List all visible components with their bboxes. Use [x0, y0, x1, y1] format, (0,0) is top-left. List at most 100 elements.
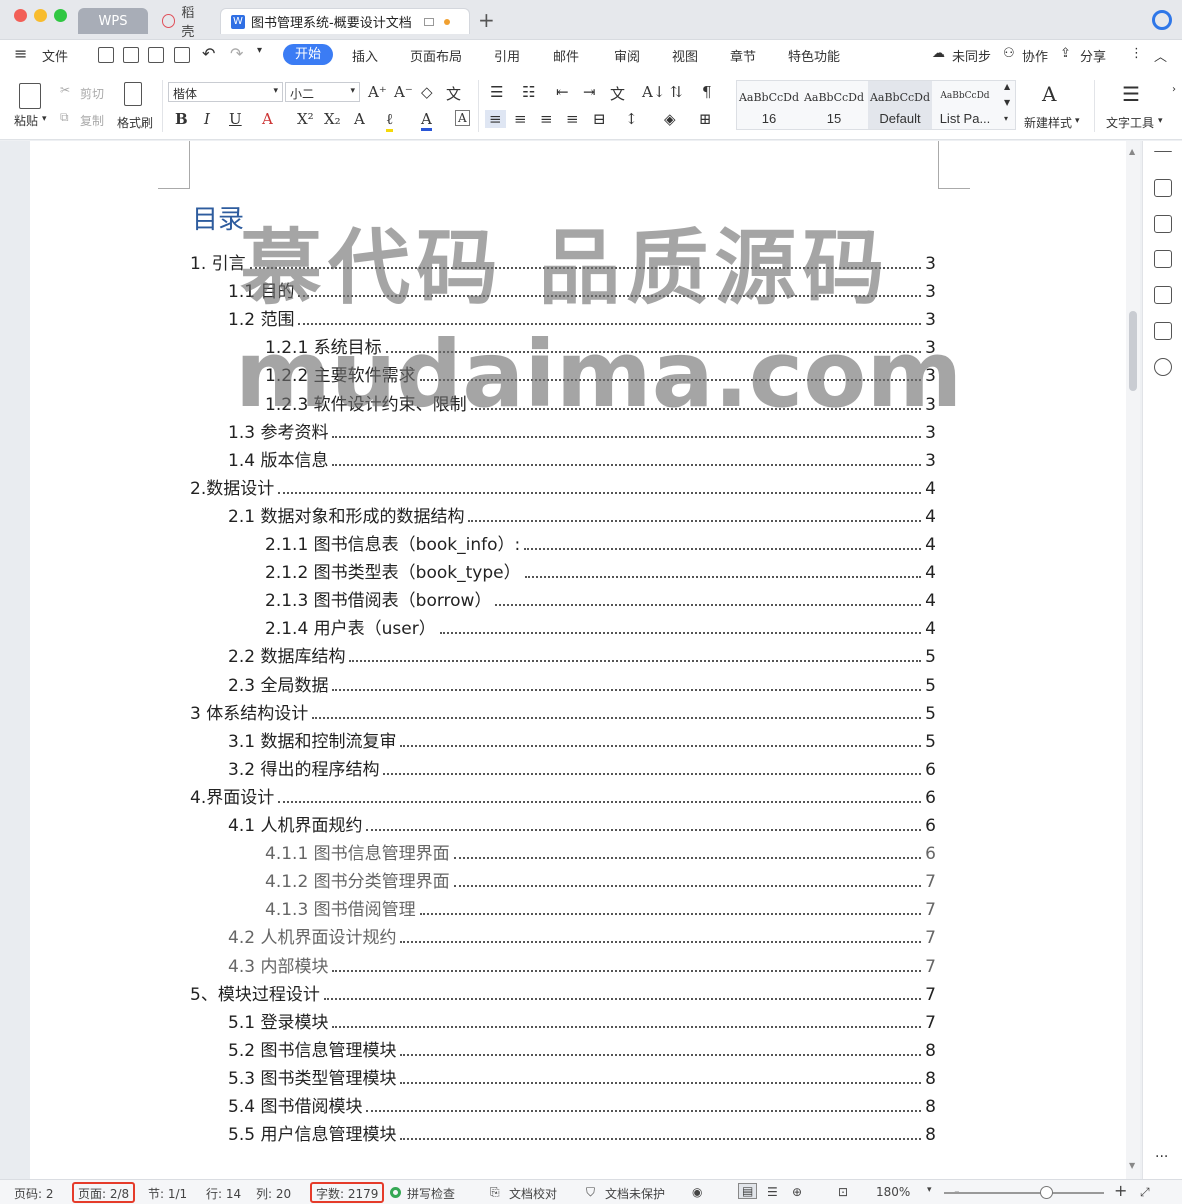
tab-references[interactable]: 引用	[494, 46, 520, 65]
font-name-select[interactable]: 楷体 ▾	[168, 82, 283, 102]
history-icon[interactable]	[1154, 358, 1172, 376]
tab-review[interactable]: 审阅	[614, 46, 640, 65]
tab-chapter[interactable]: 章节	[730, 46, 756, 65]
sync-status[interactable]: 未同步	[952, 46, 991, 65]
toc-entry[interactable]: 2.数据设计 4	[190, 474, 936, 499]
char-shading-icon[interactable]: A	[455, 110, 470, 126]
underline-icon[interactable]: U	[229, 110, 242, 128]
toc-entry[interactable]: 2.1.3 图书借阅表（borrow） 4	[265, 586, 936, 611]
ribbon-scroll-right-icon[interactable]: ›	[1172, 84, 1176, 95]
tab-preview-icon[interactable]	[423, 17, 434, 26]
paste-dropdown-icon[interactable]: ▾	[42, 114, 47, 124]
sort-icon[interactable]: ⇅	[670, 83, 683, 101]
new-style-icon[interactable]: A	[1042, 82, 1056, 106]
subscript-icon[interactable]: X₂	[324, 110, 341, 128]
more-tools-icon[interactable]: ···	[1155, 1149, 1168, 1165]
text-tools-dropdown-icon[interactable]: ▾	[1158, 116, 1163, 126]
toc-entry[interactable]: 3 体系结构设计 5	[190, 699, 936, 724]
toc-entry[interactable]: 5.1 登录模块 7	[228, 1008, 936, 1033]
cloud-sync-icon[interactable]: ☁	[932, 46, 945, 61]
align-center-icon[interactable]: ≡	[514, 110, 527, 128]
font-size-select[interactable]: 小二 ▾	[285, 82, 360, 102]
new-style-dropdown-icon[interactable]: ▾	[1075, 116, 1080, 126]
toc-entry[interactable]: 5.2 图书信息管理模块 8	[228, 1036, 936, 1061]
close-window-button[interactable]	[14, 9, 27, 22]
numbered-list-icon[interactable]: ☷	[522, 83, 535, 101]
highlight-icon[interactable]: ℓ	[386, 110, 394, 132]
text-tools-button[interactable]: 文字工具	[1106, 114, 1154, 131]
toc-entry[interactable]: 2.3 全局数据 5	[228, 671, 936, 696]
minimize-window-button[interactable]	[34, 9, 47, 22]
toc-entry[interactable]: 4.2 人机界面设计规约 7	[228, 923, 936, 948]
spell-check-button[interactable]: 拼写检查	[407, 1185, 455, 1202]
collab-button[interactable]: 协作	[1022, 46, 1048, 65]
toc-entry[interactable]: 3.2 得出的程序结构 6	[228, 755, 936, 780]
shrink-font-icon[interactable]: A⁻	[394, 83, 413, 101]
style-list-paragraph[interactable]: AaBbCcDd List Pa...	[933, 81, 997, 129]
doc-proof-icon[interactable]: ⎘	[490, 1185, 500, 1200]
styles-scroll-down-icon[interactable]: ▼	[1004, 98, 1010, 107]
toc-entry[interactable]: 4.1 人机界面规约 6	[228, 811, 936, 836]
save-icon[interactable]	[98, 47, 114, 63]
tab-page-layout[interactable]: 页面布局	[410, 46, 462, 65]
toc-entry[interactable]: 2.1.4 用户表（user） 4	[265, 614, 936, 639]
line-spacing-icon[interactable]: ↕	[625, 110, 638, 128]
fullscreen-icon[interactable]: ⤢	[1140, 1185, 1150, 1200]
tab-special[interactable]: 特色功能	[788, 46, 840, 65]
outline-view-icon[interactable]: ☰	[767, 1185, 778, 1199]
document-page[interactable]: 目录 1. 引言 3 1.1 目的 3 1.2 范围 3 1.2.1 系统目标 3 1.2.2 …	[30, 141, 1126, 1179]
select-cursor-icon[interactable]	[1154, 215, 1172, 233]
copy-button[interactable]: 复制	[80, 112, 104, 129]
toc-entry[interactable]: 2.2 数据库结构 5	[228, 642, 936, 667]
redo-icon[interactable]: ↷	[230, 44, 243, 63]
toc-entry[interactable]: 5.4 图书借阅模块 8	[228, 1092, 936, 1117]
toc-entry[interactable]: 2.1.2 图书类型表（book_type） 4	[265, 558, 936, 583]
maximize-window-button[interactable]	[54, 9, 67, 22]
toc-entry[interactable]: 4.1.3 图书借阅管理 7	[265, 895, 936, 920]
adjust-settings-icon[interactable]	[1154, 250, 1172, 268]
bold-icon[interactable]: B	[175, 110, 188, 128]
format-painter-button[interactable]: 格式刷	[117, 114, 153, 131]
bullet-list-icon[interactable]: ☰	[490, 83, 503, 101]
justify-icon[interactable]: ≡	[566, 110, 579, 128]
style-15[interactable]: AaBbCcDd 15	[802, 81, 866, 129]
spell-check-icon[interactable]	[390, 1187, 401, 1198]
toc-entry[interactable]: 4.3 内部模块 7	[228, 952, 936, 977]
fit-page-icon[interactable]: ⊡	[838, 1185, 848, 1199]
copy-icon[interactable]: ⧉	[60, 110, 69, 125]
strikethrough-icon[interactable]: A	[262, 110, 273, 128]
tab-mail[interactable]: 邮件	[553, 46, 579, 65]
tab-daoke[interactable]: 稻壳	[152, 6, 216, 40]
superscript-icon[interactable]: X²	[297, 110, 314, 128]
text-direction-icon[interactable]: A↓	[642, 83, 665, 101]
align-left-icon[interactable]: ≡	[485, 110, 506, 128]
page-number[interactable]: 页码: 2	[14, 1185, 54, 1202]
new-tab-button[interactable]: +	[478, 8, 495, 32]
tab-start[interactable]: 开始	[283, 44, 333, 65]
row-indicator[interactable]: 行: 14	[206, 1185, 241, 1202]
zoom-slider-handle[interactable]	[1040, 1186, 1053, 1199]
tab-document[interactable]: W 图书管理系统-概要设计文档	[220, 8, 470, 34]
scroll-up-icon[interactable]: ▲	[1129, 147, 1135, 156]
toc-entry[interactable]: 5.3 图书类型管理模块 8	[228, 1064, 936, 1089]
print-preview-icon[interactable]	[174, 47, 190, 63]
more-options-icon[interactable]: ⋮	[1130, 46, 1143, 61]
chinese-layout-icon[interactable]: 文	[610, 83, 625, 104]
style-16[interactable]: AaBbCcDd 16	[737, 81, 801, 129]
tab-wps[interactable]: WPS	[78, 8, 148, 34]
font-color-icon[interactable]: A	[421, 110, 432, 131]
distribute-icon[interactable]: ⊟	[593, 110, 606, 128]
export-icon[interactable]	[123, 47, 139, 63]
doc-proof-button[interactable]: 文档校对	[509, 1185, 557, 1202]
collapse-ribbon-icon[interactable]: ︿	[1154, 46, 1167, 65]
tab-insert[interactable]: 插入	[352, 46, 378, 65]
align-right-icon[interactable]: ≡	[540, 110, 553, 128]
italic-icon[interactable]: I	[204, 110, 210, 128]
page-count[interactable]: 页面: 2/8	[72, 1182, 136, 1203]
toc-entry[interactable]: 1.4 版本信息 3	[228, 446, 936, 471]
borders-icon[interactable]: ⊞	[699, 110, 712, 128]
vertical-scrollbar[interactable]: ▲ ▼	[1126, 141, 1140, 1179]
show-marks-icon[interactable]: ¶	[702, 83, 712, 101]
image-tool-icon[interactable]	[1154, 286, 1172, 304]
text-effect-icon[interactable]: A	[354, 110, 365, 128]
